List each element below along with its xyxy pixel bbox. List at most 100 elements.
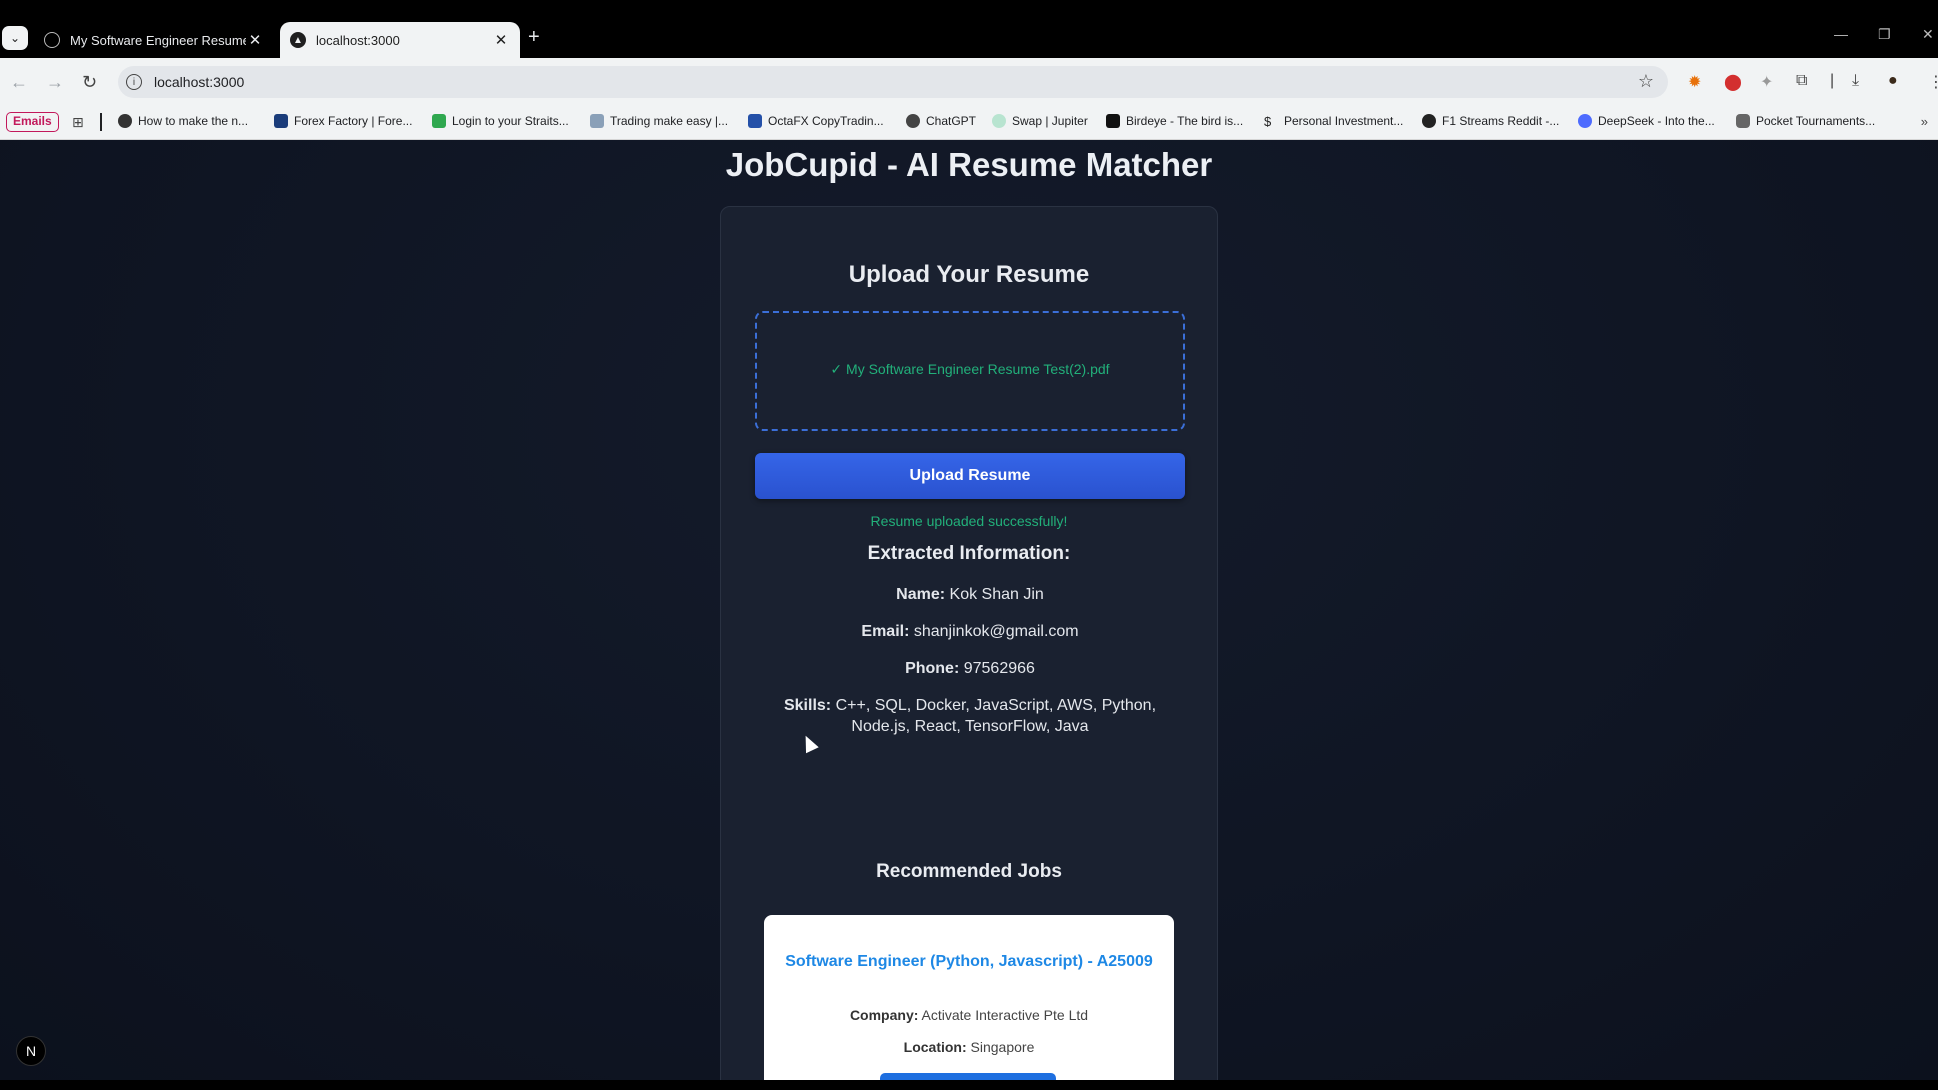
trading-icon: [590, 114, 604, 128]
extracted-phone: Phone: 97562966: [761, 658, 1179, 679]
site-info-icon[interactable]: i: [126, 74, 142, 90]
field-value: shanjinkok@gmail.com: [913, 623, 1079, 640]
bookmark-label: Pocket Tournaments...: [1756, 114, 1876, 128]
field-label: Phone:: [905, 660, 960, 677]
forward-icon[interactable]: →: [46, 72, 64, 93]
bookmarks-bar: Emails ⊞ How to make the n... Forex Fact…: [0, 106, 1938, 140]
selected-file-name: ✓ My Software Engineer Resume Test(2).pd…: [830, 361, 1110, 377]
bookmark-label: How to make the n...: [138, 114, 249, 128]
bookmark-label: Login to your Straits...: [452, 114, 569, 128]
back-icon[interactable]: ←: [10, 72, 28, 93]
recommended-jobs-heading: Recommended Jobs: [876, 861, 1062, 882]
bottom-letterbox: [0, 1080, 1938, 1090]
octafx-icon: [748, 114, 762, 128]
bookmark-item[interactable]: Trading make easy |...: [590, 114, 728, 128]
extracted-skills: Skills: C++, SQL, Docker, JavaScript, AW…: [761, 695, 1179, 737]
dollar-icon: $: [1264, 114, 1272, 129]
resume-dropzone[interactable]: ✓ My Software Engineer Resume Test(2).pd…: [755, 311, 1185, 431]
upload-heading: Upload Your Resume: [848, 261, 1090, 288]
close-icon[interactable]: ✕: [246, 31, 264, 49]
nextjs-badge[interactable]: N: [16, 1036, 46, 1066]
bookmark-item[interactable]: Birdeye - The bird is...: [1106, 114, 1243, 128]
field-value: C++, SQL, Docker, JavaScript, AWS, Pytho…: [835, 697, 1157, 735]
forex-factory-icon: [274, 114, 288, 128]
globe-icon: [118, 114, 132, 128]
jupiter-icon: [992, 114, 1006, 128]
download-icon[interactable]: ⤓: [1852, 72, 1859, 90]
bookmark-label: OctaFX CopyTradin...: [768, 114, 884, 128]
field-label: Location:: [903, 1039, 967, 1055]
bookmark-item[interactable]: Swap | Jupiter: [992, 114, 1088, 128]
job-location: Location: Singapore: [764, 1039, 1174, 1055]
apps-grid-icon[interactable]: ⊞: [72, 114, 84, 131]
close-icon[interactable]: ✕: [492, 31, 510, 49]
job-action-button[interactable]: [880, 1073, 1056, 1080]
bookmark-label: Birdeye - The bird is...: [1126, 114, 1244, 128]
tab-strip: ⌄ My Software Engineer Resume ✕ ▲ localh…: [0, 0, 1938, 58]
bookmark-label: Forex Factory | Fore...: [294, 114, 413, 128]
bookmark-emails[interactable]: Emails: [6, 112, 59, 132]
tab-title: localhost:3000: [316, 32, 400, 48]
tab-title: My Software Engineer Resume: [70, 32, 246, 48]
bookmark-item[interactable]: F1 Streams Reddit -...: [1422, 114, 1559, 128]
field-value: Activate Interactive Pte Ltd: [921, 1007, 1089, 1023]
extracted-name: Name: Kok Shan Jin: [761, 584, 1179, 605]
tab-resume[interactable]: My Software Engineer Resume ✕: [34, 22, 274, 58]
reload-icon[interactable]: ↻: [82, 72, 97, 93]
tab-localhost[interactable]: ▲ localhost:3000 ✕: [280, 22, 520, 58]
address-bar[interactable]: i localhost:3000 ☆: [118, 66, 1668, 98]
upload-resume-button[interactable]: Upload Resume: [755, 453, 1185, 499]
field-value: 97562966: [963, 660, 1035, 677]
toolbar-divider: |: [1830, 72, 1835, 89]
bookmark-item[interactable]: How to make the n...: [118, 114, 248, 128]
field-value: Kok Shan Jin: [949, 586, 1044, 603]
url-text[interactable]: localhost:3000: [154, 74, 244, 90]
opera-icon[interactable]: ⬤: [1724, 72, 1742, 92]
bookmark-item[interactable]: Forex Factory | Fore...: [274, 114, 412, 128]
extension-puzzle-icon[interactable]: ✦: [1760, 72, 1773, 92]
upload-success-message: Resume uploaded successfully!: [870, 513, 1068, 529]
bookmark-item[interactable]: DeepSeek - Into the...: [1578, 114, 1715, 128]
bookmark-star-icon[interactable]: ☆: [1638, 71, 1654, 92]
resume-card: Upload Your Resume ✓ My Software Enginee…: [720, 206, 1218, 1080]
f1-streams-icon: [1422, 114, 1436, 128]
job-card: Software Engineer (Python, Javascript) -…: [764, 915, 1174, 1080]
minimize-icon[interactable]: —: [1834, 26, 1848, 42]
tab-search-button[interactable]: ⌄: [2, 26, 28, 50]
menu-icon[interactable]: ⋮: [1928, 72, 1938, 92]
app-favicon-icon: ▲: [290, 32, 306, 48]
bookmark-label: F1 Streams Reddit -...: [1442, 114, 1560, 128]
job-title-link[interactable]: Software Engineer (Python, Javascript) -…: [784, 951, 1154, 972]
field-label: Email:: [861, 623, 910, 640]
extracted-info-heading: Extracted Information:: [867, 543, 1071, 564]
pocket-icon: [1736, 114, 1750, 128]
bookmark-item[interactable]: Login to your Straits...: [432, 114, 569, 128]
chevron-down-icon: ⌄: [9, 31, 21, 45]
extension-sun-icon[interactable]: ✹: [1688, 72, 1701, 92]
straits-icon: [432, 114, 446, 128]
bookmark-label: ChatGPT: [926, 114, 977, 128]
bookmark-item[interactable]: Pocket Tournaments...: [1736, 114, 1875, 128]
field-value: Singapore: [970, 1039, 1035, 1055]
extensions-icon[interactable]: ⧉: [1796, 72, 1807, 90]
bookmark-item[interactable]: OctaFX CopyTradin...: [748, 114, 884, 128]
new-tab-button[interactable]: +: [528, 26, 540, 49]
bookmark-item[interactable]: ChatGPT: [906, 114, 976, 128]
bookmarks-overflow-icon[interactable]: »: [1921, 114, 1928, 129]
birdeye-icon: [1106, 114, 1120, 128]
field-label: Company:: [849, 1007, 919, 1023]
page-title: JobCupid - AI Resume Matcher: [725, 146, 1213, 183]
field-label: Name:: [896, 586, 946, 603]
deepseek-icon: [1578, 114, 1592, 128]
extracted-email: Email: shanjinkok@gmail.com: [761, 621, 1179, 642]
bookmark-label: Trading make easy |...: [610, 114, 729, 128]
page-viewport: JobCupid - AI Resume Matcher Upload Your…: [0, 140, 1938, 1080]
profile-avatar-icon[interactable]: ●: [1888, 72, 1898, 90]
bookmark-separator: [100, 113, 102, 131]
restore-icon[interactable]: ❐: [1878, 26, 1891, 43]
bookmark-label: DeepSeek - Into the...: [1598, 114, 1715, 128]
window-close-icon[interactable]: ✕: [1922, 26, 1934, 43]
bookmark-label: Personal Investment...: [1284, 114, 1404, 128]
globe-icon: [44, 32, 60, 48]
bookmark-item[interactable]: $ Personal Investment...: [1264, 114, 1404, 129]
